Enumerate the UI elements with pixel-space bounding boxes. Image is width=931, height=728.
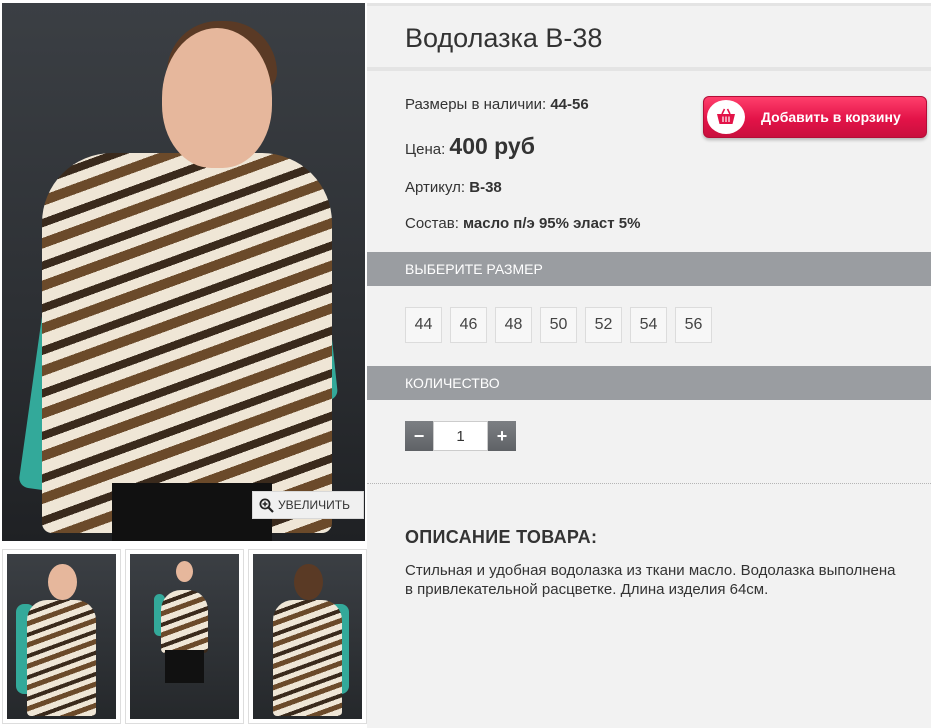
quantity-stepper: − + — [405, 421, 516, 451]
thumbnail-back[interactable] — [248, 549, 367, 724]
quantity-increase-button[interactable]: + — [488, 421, 516, 451]
size-option-46[interactable]: 46 — [450, 307, 487, 343]
title-bar: Водолазка В-38 — [367, 3, 931, 71]
thumbnail-image — [7, 554, 116, 719]
divider — [367, 483, 931, 484]
thumbnail-full-length[interactable] — [125, 549, 244, 724]
size-option-48[interactable]: 48 — [495, 307, 532, 343]
size-option-54[interactable]: 54 — [630, 307, 667, 343]
size-option-52[interactable]: 52 — [585, 307, 622, 343]
composition: Состав: масло п/э 95% эласт 5% — [405, 215, 640, 232]
article-value: В-38 — [469, 179, 502, 196]
sizes-available-value: 44-56 — [550, 96, 589, 113]
thumbnail-image — [130, 554, 239, 719]
product-info-panel: Водолазка В-38 Размеры в наличии: 44-56 … — [367, 3, 931, 728]
zoom-button[interactable]: УВЕЛИЧИТЬ — [252, 491, 364, 519]
main-product-photo[interactable]: УВЕЛИЧИТЬ — [2, 3, 365, 541]
add-to-cart-button[interactable]: Добавить в корзину — [703, 96, 927, 138]
quantity-section-header: КОЛИЧЕСТВО — [367, 366, 931, 400]
price-label: Цена: — [405, 141, 446, 158]
thumbnail-strip — [2, 549, 367, 726]
thumbnail-image — [253, 554, 362, 719]
article-label: Артикул: — [405, 179, 466, 196]
size-option-56[interactable]: 56 — [675, 307, 712, 343]
article: Артикул: В-38 — [405, 179, 502, 196]
price: Цена: 400 руб — [405, 133, 535, 160]
quantity-input[interactable] — [433, 421, 488, 451]
price-value: 400 руб — [449, 133, 535, 159]
photo-skirt — [112, 483, 272, 541]
magnifier-plus-icon — [259, 498, 274, 513]
product-title: Водолазка В-38 — [405, 23, 603, 53]
add-to-cart-label: Добавить в корзину — [761, 109, 901, 125]
thumbnail-front[interactable] — [2, 549, 121, 724]
description-text: Стильная и удобная водолазка из ткани ма… — [405, 562, 896, 598]
composition-value: масло п/э 95% эласт 5% — [463, 215, 641, 232]
quantity-decrease-button[interactable]: − — [405, 421, 433, 451]
size-option-44[interactable]: 44 — [405, 307, 442, 343]
sizes-available-label: Размеры в наличии: — [405, 96, 547, 113]
size-option-50[interactable]: 50 — [540, 307, 577, 343]
size-selector: 44 46 48 50 52 54 56 — [405, 307, 712, 343]
zoom-label: УВЕЛИЧИТЬ — [278, 498, 350, 512]
photo-face — [162, 28, 272, 168]
shopping-basket-icon — [707, 100, 745, 134]
photo-garment — [42, 153, 332, 533]
description-title: ОПИСАНИЕ ТОВАРА: — [405, 527, 598, 547]
composition-label: Состав: — [405, 215, 459, 232]
size-section-header: ВЫБЕРИТЕ РАЗМЕР — [367, 252, 931, 286]
sizes-available: Размеры в наличии: 44-56 — [405, 96, 589, 113]
